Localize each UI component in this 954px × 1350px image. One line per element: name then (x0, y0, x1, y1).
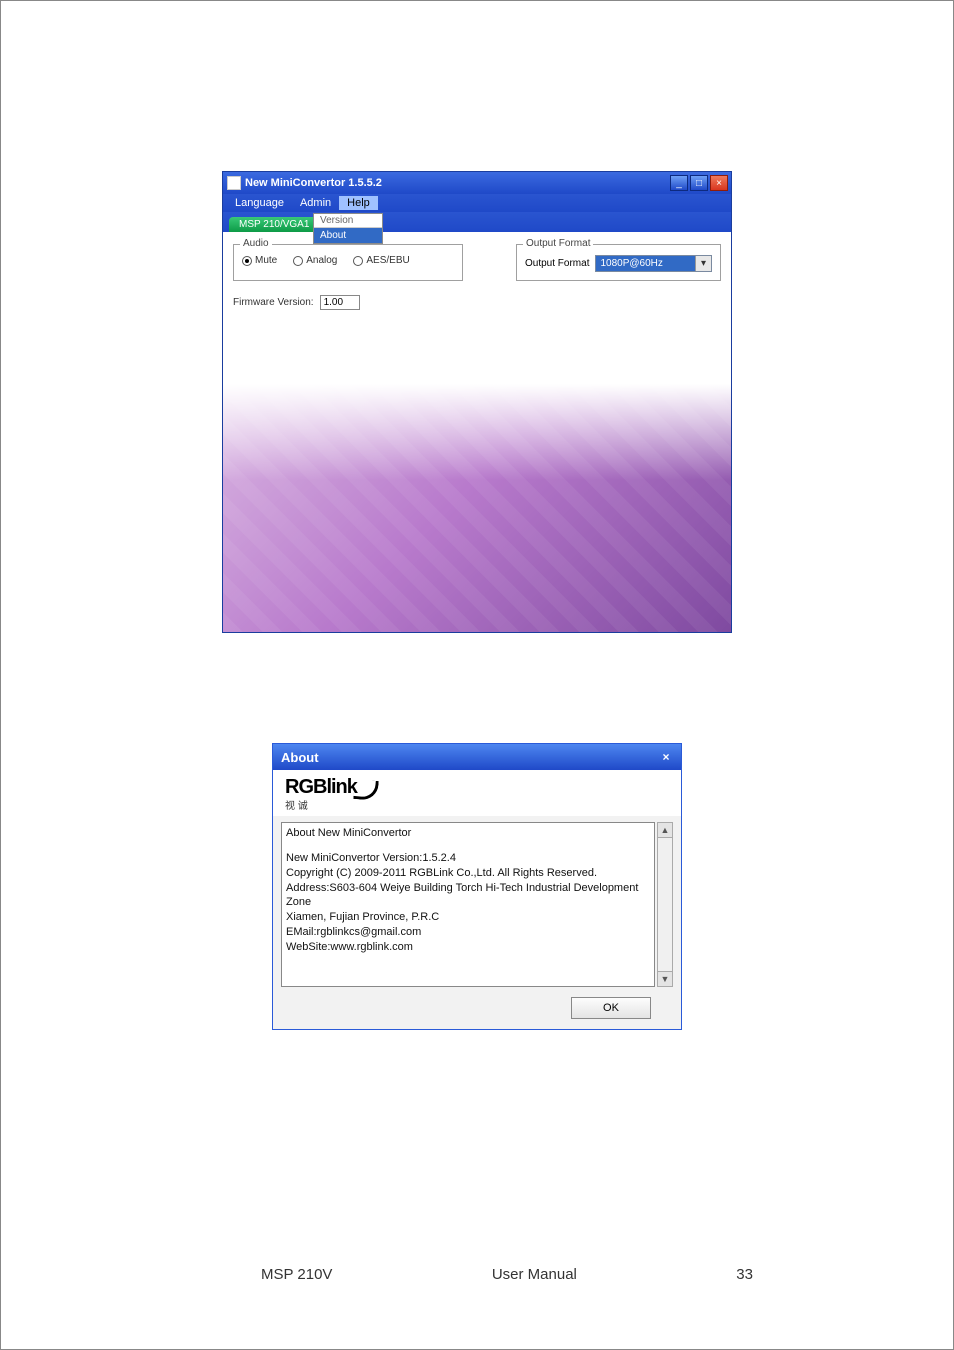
about-dialog: About × RGBlink 视 诚 About New MiniConver… (272, 743, 682, 1030)
firmware-label: Firmware Version: (233, 297, 314, 308)
radio-dot-icon (293, 256, 303, 266)
output-format-label: Output Format (525, 258, 589, 269)
minimize-button[interactable]: _ (670, 175, 688, 191)
output-legend: Output Format (523, 238, 593, 249)
radio-dot-icon (353, 256, 363, 266)
audio-legend: Audio (240, 238, 272, 249)
radio-mute[interactable]: Mute (242, 255, 277, 266)
tab-msp210[interactable]: MSP 210/VGA1 (229, 217, 319, 232)
firmware-row: Firmware Version: (233, 295, 721, 310)
radio-aesebu[interactable]: AES/EBU (353, 255, 409, 266)
about-title-text: About (281, 750, 319, 765)
tabbar: MSP 210/VGA1 Version About (223, 212, 731, 232)
firmware-version-input[interactable] (320, 295, 360, 310)
scroll-up-button[interactable]: ▲ (657, 822, 673, 838)
help-version-item[interactable]: Version (314, 214, 382, 228)
footer-doc: User Manual (492, 1266, 577, 1283)
menu-help[interactable]: Help (339, 196, 378, 210)
about-logo-area: RGBlink 视 诚 (273, 770, 681, 816)
about-textbox: About New MiniConvertor New MiniConverto… (281, 822, 655, 987)
about-close-button[interactable]: × (657, 748, 675, 765)
scroll-down-button[interactable]: ▼ (657, 971, 673, 987)
footer-page-number: 33 (736, 1266, 753, 1283)
close-button[interactable]: × (710, 175, 728, 191)
about-titlebar: About × (273, 744, 681, 770)
help-dropdown: Version About (313, 213, 383, 244)
menu-admin[interactable]: Admin (292, 196, 339, 210)
about-scrollbar: ▲ ▼ (657, 822, 673, 987)
page-footer: MSP 210V User Manual 33 (1, 1266, 953, 1283)
footer-product: MSP 210V (261, 1266, 332, 1283)
about-ok-button[interactable]: OK (571, 997, 651, 1019)
rgblink-logo: RGBlink (285, 776, 378, 799)
help-about-item[interactable]: About (314, 228, 382, 243)
maximize-button[interactable]: □ (690, 175, 708, 191)
output-format-select[interactable]: 1080P@60Hz ▾ (595, 255, 712, 272)
client-area: Audio Mute Analog (223, 232, 731, 632)
output-format-group: Output Format Output Format 1080P@60Hz ▾ (516, 244, 721, 281)
scroll-track[interactable] (657, 838, 673, 971)
main-window: New MiniConvertor 1.5.5.2 _ □ × Language… (222, 171, 732, 633)
radio-dot-icon (242, 256, 252, 266)
logo-swoosh-icon (353, 778, 379, 800)
chevron-down-icon: ▾ (695, 256, 711, 271)
titlebar: New MiniConvertor 1.5.5.2 _ □ × (223, 172, 731, 194)
audio-group: Audio Mute Analog (233, 244, 463, 281)
logo-subtitle: 视 诚 (285, 797, 669, 812)
app-icon (227, 176, 241, 190)
window-title: New MiniConvertor 1.5.5.2 (245, 177, 382, 189)
menu-language[interactable]: Language (227, 196, 292, 210)
menubar: Language Admin Help (223, 194, 731, 212)
radio-analog[interactable]: Analog (293, 255, 337, 266)
